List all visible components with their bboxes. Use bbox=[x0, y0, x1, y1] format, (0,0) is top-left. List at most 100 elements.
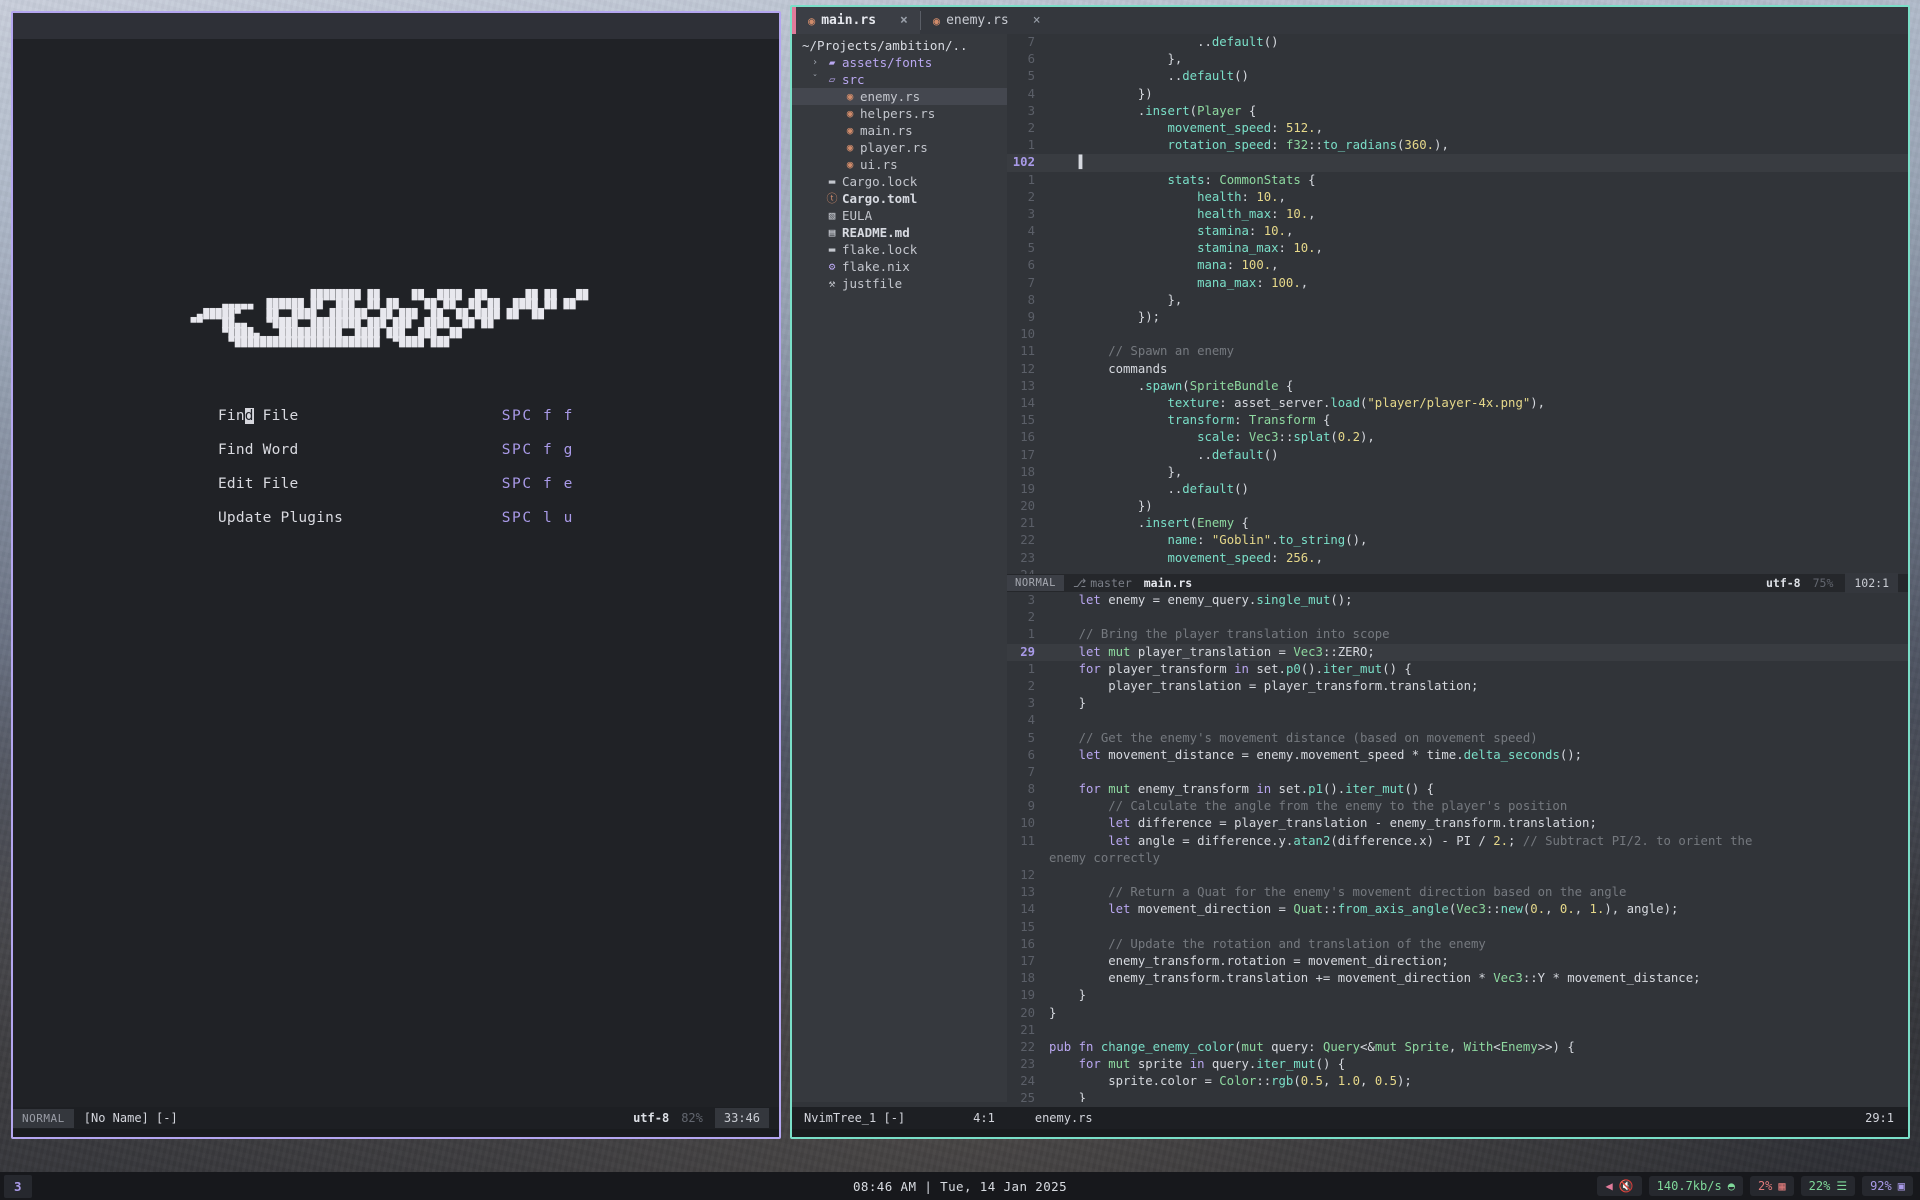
code-line[interactable]: 12 commands bbox=[1007, 361, 1908, 378]
file-tree-item[interactable]: › ▰ assets/fonts bbox=[792, 54, 1007, 71]
memory-widget[interactable]: 22% ☰ bbox=[1800, 1176, 1856, 1196]
code-line[interactable]: 10 bbox=[1007, 326, 1908, 343]
code-line[interactable]: 4 }) bbox=[1007, 86, 1908, 103]
file-tree-item[interactable]: ˇ ▱ src bbox=[792, 71, 1007, 88]
code-line[interactable]: 19 } bbox=[1007, 987, 1908, 1004]
code-line[interactable]: 3 let enemy = enemy_query.single_mut(); bbox=[1007, 592, 1908, 609]
code-line[interactable]: 16 // Update the rotation and translatio… bbox=[1007, 936, 1908, 953]
code-line[interactable]: 25 } bbox=[1007, 1090, 1908, 1102]
code-line[interactable]: 3 } bbox=[1007, 695, 1908, 712]
microphone-muted-icon[interactable]: 🔇 bbox=[1619, 1179, 1634, 1193]
file-tree-item[interactable]: ▤ README.md bbox=[792, 224, 1007, 241]
code-line[interactable]: 4 stamina: 10., bbox=[1007, 223, 1908, 240]
code-line[interactable]: 21 bbox=[1007, 1022, 1908, 1039]
workspace-indicator[interactable]: 3 bbox=[4, 1174, 32, 1198]
tabline[interactable]: ◉ main.rs × ◉ enemy.rs × bbox=[792, 7, 1908, 34]
code-line[interactable]: 6 mana: 100., bbox=[1007, 257, 1908, 274]
file-tree[interactable]: ~/Projects/ambition/.. › ▰ assets/fonts ˇ ▱ s… bbox=[792, 34, 1007, 1102]
dashboard-menu[interactable]: Find File SPC f f Find Word SPC f g Edit Fil… bbox=[218, 399, 574, 535]
tab-close-icon[interactable]: × bbox=[900, 13, 908, 28]
code-line[interactable]: 7 bbox=[1007, 764, 1908, 781]
code-line[interactable]: 18 }, bbox=[1007, 464, 1908, 481]
neovim-window-right[interactable]: ◉ main.rs × ◉ enemy.rs × ~/Projects/ambi… bbox=[790, 5, 1910, 1139]
code-line[interactable]: 12 bbox=[1007, 867, 1908, 884]
code-line[interactable]: 5 ..default() bbox=[1007, 68, 1908, 85]
code-line[interactable]: 20} bbox=[1007, 1005, 1908, 1022]
code-lines-bottom[interactable]: 3 let enemy = enemy_query.single_mut(); 2… bbox=[1007, 592, 1908, 1102]
file-tree-item[interactable]: ◉ enemy.rs bbox=[792, 88, 1007, 105]
code-line[interactable]: 6 }, bbox=[1007, 51, 1908, 68]
code-line[interactable]: 16 scale: Vec3::splat(0.2), bbox=[1007, 429, 1908, 446]
code-line[interactable]: 13 // Return a Quat for the enemy's move… bbox=[1007, 884, 1908, 901]
code-line[interactable]: 1 // Bring the player translation into s… bbox=[1007, 626, 1908, 643]
code-line[interactable]: 3 health_max: 10., bbox=[1007, 206, 1908, 223]
code-line[interactable]: 102 ▌ bbox=[1007, 154, 1908, 172]
file-tree-item[interactable]: ⚙ flake.nix bbox=[792, 258, 1007, 275]
code-line[interactable]: 4 bbox=[1007, 712, 1908, 729]
code-line[interactable]: 7 mana_max: 100., bbox=[1007, 275, 1908, 292]
code-line[interactable]: 1 rotation_speed: f32::to_radians(360.), bbox=[1007, 137, 1908, 154]
code-line[interactable]: 20 }) bbox=[1007, 498, 1908, 515]
code-line[interactable]: 2 player_translation = player_transform.… bbox=[1007, 678, 1908, 695]
code-line[interactable]: 2 bbox=[1007, 609, 1908, 626]
dashboard-menu-item[interactable]: Find Word SPC f g bbox=[218, 433, 574, 467]
tab-close-icon[interactable]: × bbox=[1033, 13, 1041, 28]
neovim-window-left[interactable]: ████████ ██ ██ ████ ██ ██ ██ ██ ▄▄▄▄▄ ██… bbox=[11, 11, 781, 1139]
dashboard-menu-item[interactable]: Edit File SPC f e bbox=[218, 467, 574, 501]
code-line[interactable]: 22 pub fn change_enemy_color(mut query: Q… bbox=[1007, 1039, 1908, 1056]
speaker-icon[interactable]: ◀ bbox=[1605, 1179, 1612, 1193]
file-tree-item[interactable]: ◉ helpers.rs bbox=[792, 105, 1007, 122]
code-line[interactable]: 14 let movement_direction = Quat::from_a… bbox=[1007, 901, 1908, 918]
code-line[interactable]: 10 let difference = player_translation -… bbox=[1007, 815, 1908, 832]
audio-widget[interactable]: ◀ 🔇 bbox=[1597, 1176, 1642, 1196]
code-line[interactable]: 2 movement_speed: 512., bbox=[1007, 120, 1908, 137]
file-tree-item[interactable]: ◉ ui.rs bbox=[792, 156, 1007, 173]
code-line[interactable]: enemy correctly bbox=[1007, 850, 1908, 867]
code-line[interactable]: 11 // Spawn an enemy bbox=[1007, 343, 1908, 360]
file-tree-rows[interactable]: › ▰ assets/fonts ˇ ▱ src ◉ enemy.rs ◉ helpers.rs ◉… bbox=[792, 54, 1007, 292]
file-tree-item[interactable]: ▧ EULA bbox=[792, 207, 1007, 224]
file-tree-item[interactable]: ▬ Cargo.lock bbox=[792, 173, 1007, 190]
code-line[interactable]: 1 for player_transform in set.p0().iter_… bbox=[1007, 661, 1908, 678]
code-line[interactable]: 9 }); bbox=[1007, 309, 1908, 326]
file-tree-item[interactable]: ◉ player.rs bbox=[792, 139, 1007, 156]
chevron-right-icon[interactable]: › bbox=[812, 54, 822, 71]
code-line[interactable]: 18 enemy_transform.translation += moveme… bbox=[1007, 970, 1908, 987]
code-line[interactable]: 1 stats: CommonStats { bbox=[1007, 172, 1908, 189]
code-line[interactable]: 14 texture: asset_server.load("player/pl… bbox=[1007, 395, 1908, 412]
code-line[interactable]: 15 transform: Transform { bbox=[1007, 412, 1908, 429]
code-line[interactable]: 15 bbox=[1007, 919, 1908, 936]
chevron-down-icon[interactable]: ˇ bbox=[812, 71, 822, 88]
file-tree-item[interactable]: ⚒ justfile bbox=[792, 275, 1007, 292]
battery-widget[interactable]: 92% ▣ bbox=[1862, 1176, 1913, 1196]
dashboard-menu-item[interactable]: Find File SPC f f bbox=[218, 399, 574, 433]
code-line[interactable]: 21 .insert(Enemy { bbox=[1007, 515, 1908, 532]
wifi-icon[interactable]: ◓ bbox=[1728, 1179, 1735, 1193]
code-line[interactable]: 17 enemy_transform.rotation = movement_d… bbox=[1007, 953, 1908, 970]
code-line[interactable]: 3 .insert(Player { bbox=[1007, 103, 1908, 120]
code-line[interactable]: 17 ..default() bbox=[1007, 447, 1908, 464]
network-widget[interactable]: 140.7kb/s ◓ bbox=[1648, 1176, 1743, 1196]
code-line[interactable]: 9 // Calculate the angle from the enemy … bbox=[1007, 798, 1908, 815]
code-line[interactable]: 13 .spawn(SpriteBundle { bbox=[1007, 378, 1908, 395]
file-tree-item[interactable]: ▬ flake.lock bbox=[792, 241, 1007, 258]
code-line[interactable]: 23 for mut sprite in query.iter_mut() { bbox=[1007, 1056, 1908, 1073]
dashboard-menu-item[interactable]: Update Plugins SPC l u bbox=[218, 501, 574, 535]
file-tree-item[interactable]: ◉ main.rs bbox=[792, 122, 1007, 139]
code-line[interactable]: 5 stamina_max: 10., bbox=[1007, 240, 1908, 257]
code-line[interactable]: 29 let mut player_translation = Vec3::ZE… bbox=[1007, 643, 1908, 661]
taskbar[interactable]: 3 08:46 AM | Tue, 14 Jan 2025 ◀ 🔇 140.7k… bbox=[0, 1172, 1920, 1200]
code-line[interactable]: 19 ..default() bbox=[1007, 481, 1908, 498]
code-line[interactable]: 8 for mut enemy_transform in set.p1().it… bbox=[1007, 781, 1908, 798]
code-pane-main-rs[interactable]: 7 ..default() 6 }, 5 ..default() 4 }) 3 .ins… bbox=[1007, 34, 1908, 574]
cpu-widget[interactable]: 2% ▦ bbox=[1749, 1176, 1794, 1196]
system-tray[interactable]: ◀ 🔇 140.7kb/s ◓ 2% ▦ 22% ☰ 92% ▣ bbox=[1597, 1176, 1920, 1196]
tab-enemy-rs[interactable]: ◉ enemy.rs × bbox=[921, 7, 1053, 34]
code-line[interactable]: 11 let angle = difference.y.atan2(differ… bbox=[1007, 833, 1908, 850]
code-line[interactable]: 24 sprite.color = Color::rgb(0.5, 1.0, 0… bbox=[1007, 1073, 1908, 1090]
code-line[interactable]: 6 let movement_distance = enemy.movement… bbox=[1007, 747, 1908, 764]
code-line[interactable]: 2 health: 10., bbox=[1007, 189, 1908, 206]
code-line[interactable]: 7 ..default() bbox=[1007, 34, 1908, 51]
code-pane-enemy-rs[interactable]: 3 let enemy = enemy_query.single_mut(); 2… bbox=[1007, 592, 1908, 1102]
code-line[interactable]: 23 movement_speed: 256., bbox=[1007, 550, 1908, 567]
